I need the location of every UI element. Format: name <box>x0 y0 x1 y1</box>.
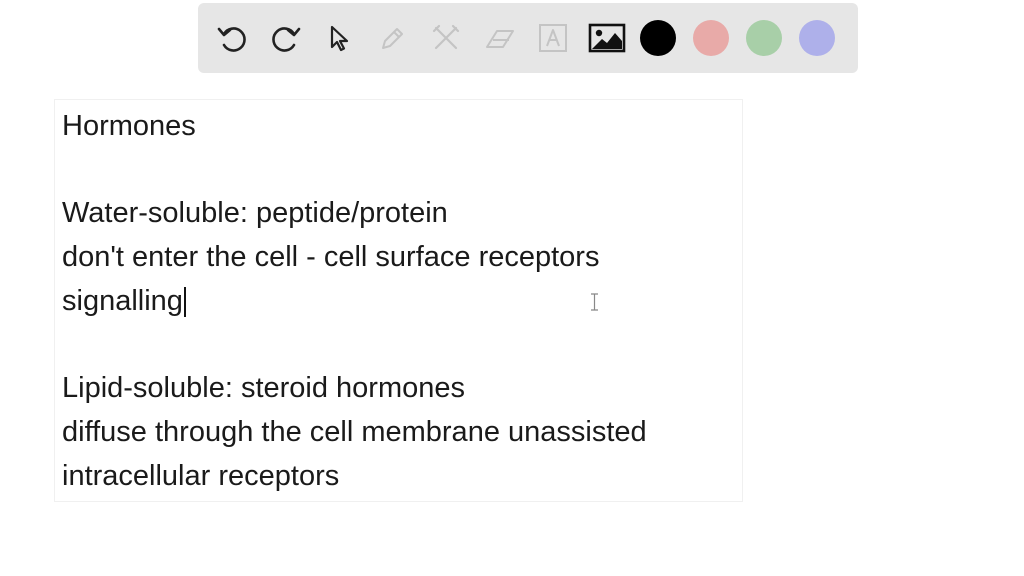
insert-image-button[interactable] <box>587 18 627 58</box>
pen-button[interactable] <box>373 18 413 58</box>
redo-icon <box>271 27 300 52</box>
text-tool-icon <box>539 24 567 52</box>
note-line: intracellular receptors <box>62 460 340 492</box>
select-pointer-icon <box>330 25 349 52</box>
select-button[interactable] <box>319 18 359 58</box>
note-line: don't enter the cell - cell surface rece… <box>62 241 600 273</box>
note-title: Hormones <box>62 110 196 142</box>
note-line: signalling <box>62 285 183 317</box>
note-line-with-caret: signalling <box>62 287 186 317</box>
pen-icon <box>381 28 403 49</box>
color-swatch-green[interactable] <box>746 20 782 56</box>
eraser-button[interactable] <box>480 18 520 58</box>
redo-button[interactable] <box>266 18 306 58</box>
insert-image-icon <box>588 23 625 53</box>
color-swatch-red[interactable] <box>693 20 729 56</box>
tools-icon <box>432 24 460 50</box>
eraser-icon <box>485 30 514 48</box>
text-caret <box>183 287 186 317</box>
text-button[interactable] <box>533 18 573 58</box>
color-swatch-blue[interactable] <box>799 20 835 56</box>
color-swatch-black[interactable] <box>640 20 676 56</box>
note-line: Lipid-soluble: steroid hormones <box>62 372 465 404</box>
note-line: Water-soluble: peptide/protein <box>62 197 448 229</box>
ibeam-cursor-icon <box>591 293 598 311</box>
drawing-toolbar <box>198 3 858 73</box>
undo-button[interactable] <box>212 18 252 58</box>
tools-button[interactable] <box>426 18 466 58</box>
note-line: diffuse through the cell membrane unassi… <box>62 416 647 448</box>
undo-icon <box>217 27 246 52</box>
